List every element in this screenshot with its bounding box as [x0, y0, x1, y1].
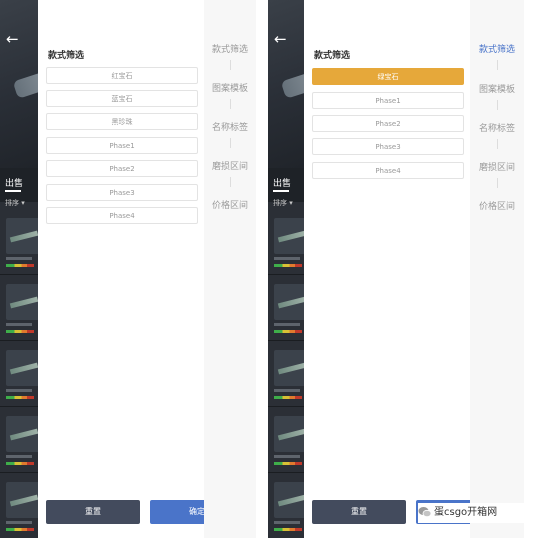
listing-row[interactable]: [268, 212, 304, 275]
style-option-sapphire[interactable]: 蓝宝石: [46, 90, 198, 107]
reset-button[interactable]: 重置: [46, 500, 140, 524]
category-price-range[interactable]: 价格区间: [470, 199, 524, 212]
category-style[interactable]: 款式筛选: [470, 42, 524, 55]
category-divider: [230, 99, 231, 109]
item-hero-image: [0, 0, 38, 168]
listing-row[interactable]: [268, 410, 304, 473]
category-price-range[interactable]: 价格区间: [204, 198, 256, 211]
tab-underline: [5, 190, 21, 192]
filter-drawer: 款式筛选 红宝石 蓝宝石 黑珍珠 Phase1 Phase2 Phase3 Ph…: [38, 0, 244, 538]
category-divider: [497, 139, 498, 149]
category-pattern-template[interactable]: 图案模板: [470, 82, 524, 95]
style-option-phase1[interactable]: Phase1: [312, 92, 464, 109]
watermark: 蛋csgo开箱网: [418, 503, 524, 523]
listing-row[interactable]: [0, 212, 38, 275]
category-divider: [497, 60, 498, 70]
listing-row[interactable]: [0, 410, 38, 473]
left-phone-screen: ← 出售 排序 ▾ 款式筛选 红宝石 蓝宝石 黑珍珠 Phase1 Phase2…: [0, 0, 256, 538]
style-option-ruby[interactable]: 红宝石: [46, 67, 198, 84]
tab-underline: [273, 190, 289, 192]
style-option-phase3[interactable]: Phase3: [312, 138, 464, 155]
style-option-phase2[interactable]: Phase2: [312, 115, 464, 132]
listing-row[interactable]: [268, 344, 304, 407]
style-option-phase2[interactable]: Phase2: [46, 160, 198, 177]
drawer-title: 款式筛选: [48, 51, 85, 61]
listing-row[interactable]: [0, 476, 38, 538]
background-app: ← 出售 排序 ▾: [268, 0, 304, 538]
category-name-tag[interactable]: 名称标签: [204, 120, 256, 133]
style-option-phase4[interactable]: Phase4: [312, 162, 464, 179]
listing-row[interactable]: [268, 278, 304, 341]
tab-sell[interactable]: 出售: [5, 176, 23, 189]
style-option-black-pearl[interactable]: 黑珍珠: [46, 113, 198, 130]
category-divider: [230, 138, 231, 148]
sort-label[interactable]: 排序 ▾: [5, 198, 25, 208]
style-option-phase1[interactable]: Phase1: [46, 137, 198, 154]
reset-button[interactable]: 重置: [312, 500, 406, 524]
wechat-icon: [418, 507, 432, 518]
category-wear-range[interactable]: 磨损区间: [204, 159, 256, 172]
tab-sell[interactable]: 出售: [273, 176, 291, 189]
listing-row[interactable]: [0, 344, 38, 407]
right-phone-screen: ← 出售 排序 ▾ 款式筛选 绿宝石 Phase1 Phase2 Phase3 …: [268, 0, 524, 538]
sort-label[interactable]: 排序 ▾: [273, 198, 293, 208]
back-arrow-icon[interactable]: ←: [274, 32, 287, 47]
style-option-emerald[interactable]: 绿宝石: [312, 68, 464, 85]
category-style[interactable]: 款式筛选: [204, 42, 256, 55]
category-pattern-template[interactable]: 图案模板: [204, 81, 256, 94]
back-arrow-icon[interactable]: ←: [6, 32, 19, 47]
filter-category-list: 款式筛选 图案模板 名称标签 磨损区间 价格区间: [204, 0, 256, 538]
category-divider: [497, 178, 498, 188]
category-divider: [497, 100, 498, 110]
category-name-tag[interactable]: 名称标签: [470, 121, 524, 134]
category-wear-range[interactable]: 磨损区间: [470, 160, 524, 173]
category-divider: [230, 177, 231, 187]
style-option-phase4[interactable]: Phase4: [46, 207, 198, 224]
style-option-phase3[interactable]: Phase3: [46, 184, 198, 201]
item-hero-image: [268, 0, 304, 168]
listing-row[interactable]: [0, 278, 38, 341]
watermark-text: 蛋csgo开箱网: [434, 507, 498, 518]
filter-drawer: 款式筛选 绿宝石 Phase1 Phase2 Phase3 Phase4 重置 …: [304, 0, 510, 538]
background-app: ← 出售 排序 ▾: [0, 0, 38, 538]
drawer-title: 款式筛选: [314, 51, 351, 61]
listing-row[interactable]: [268, 476, 304, 538]
filter-category-list: 款式筛选 图案模板 名称标签 磨损区间 价格区间: [470, 0, 524, 538]
category-divider: [230, 60, 231, 70]
